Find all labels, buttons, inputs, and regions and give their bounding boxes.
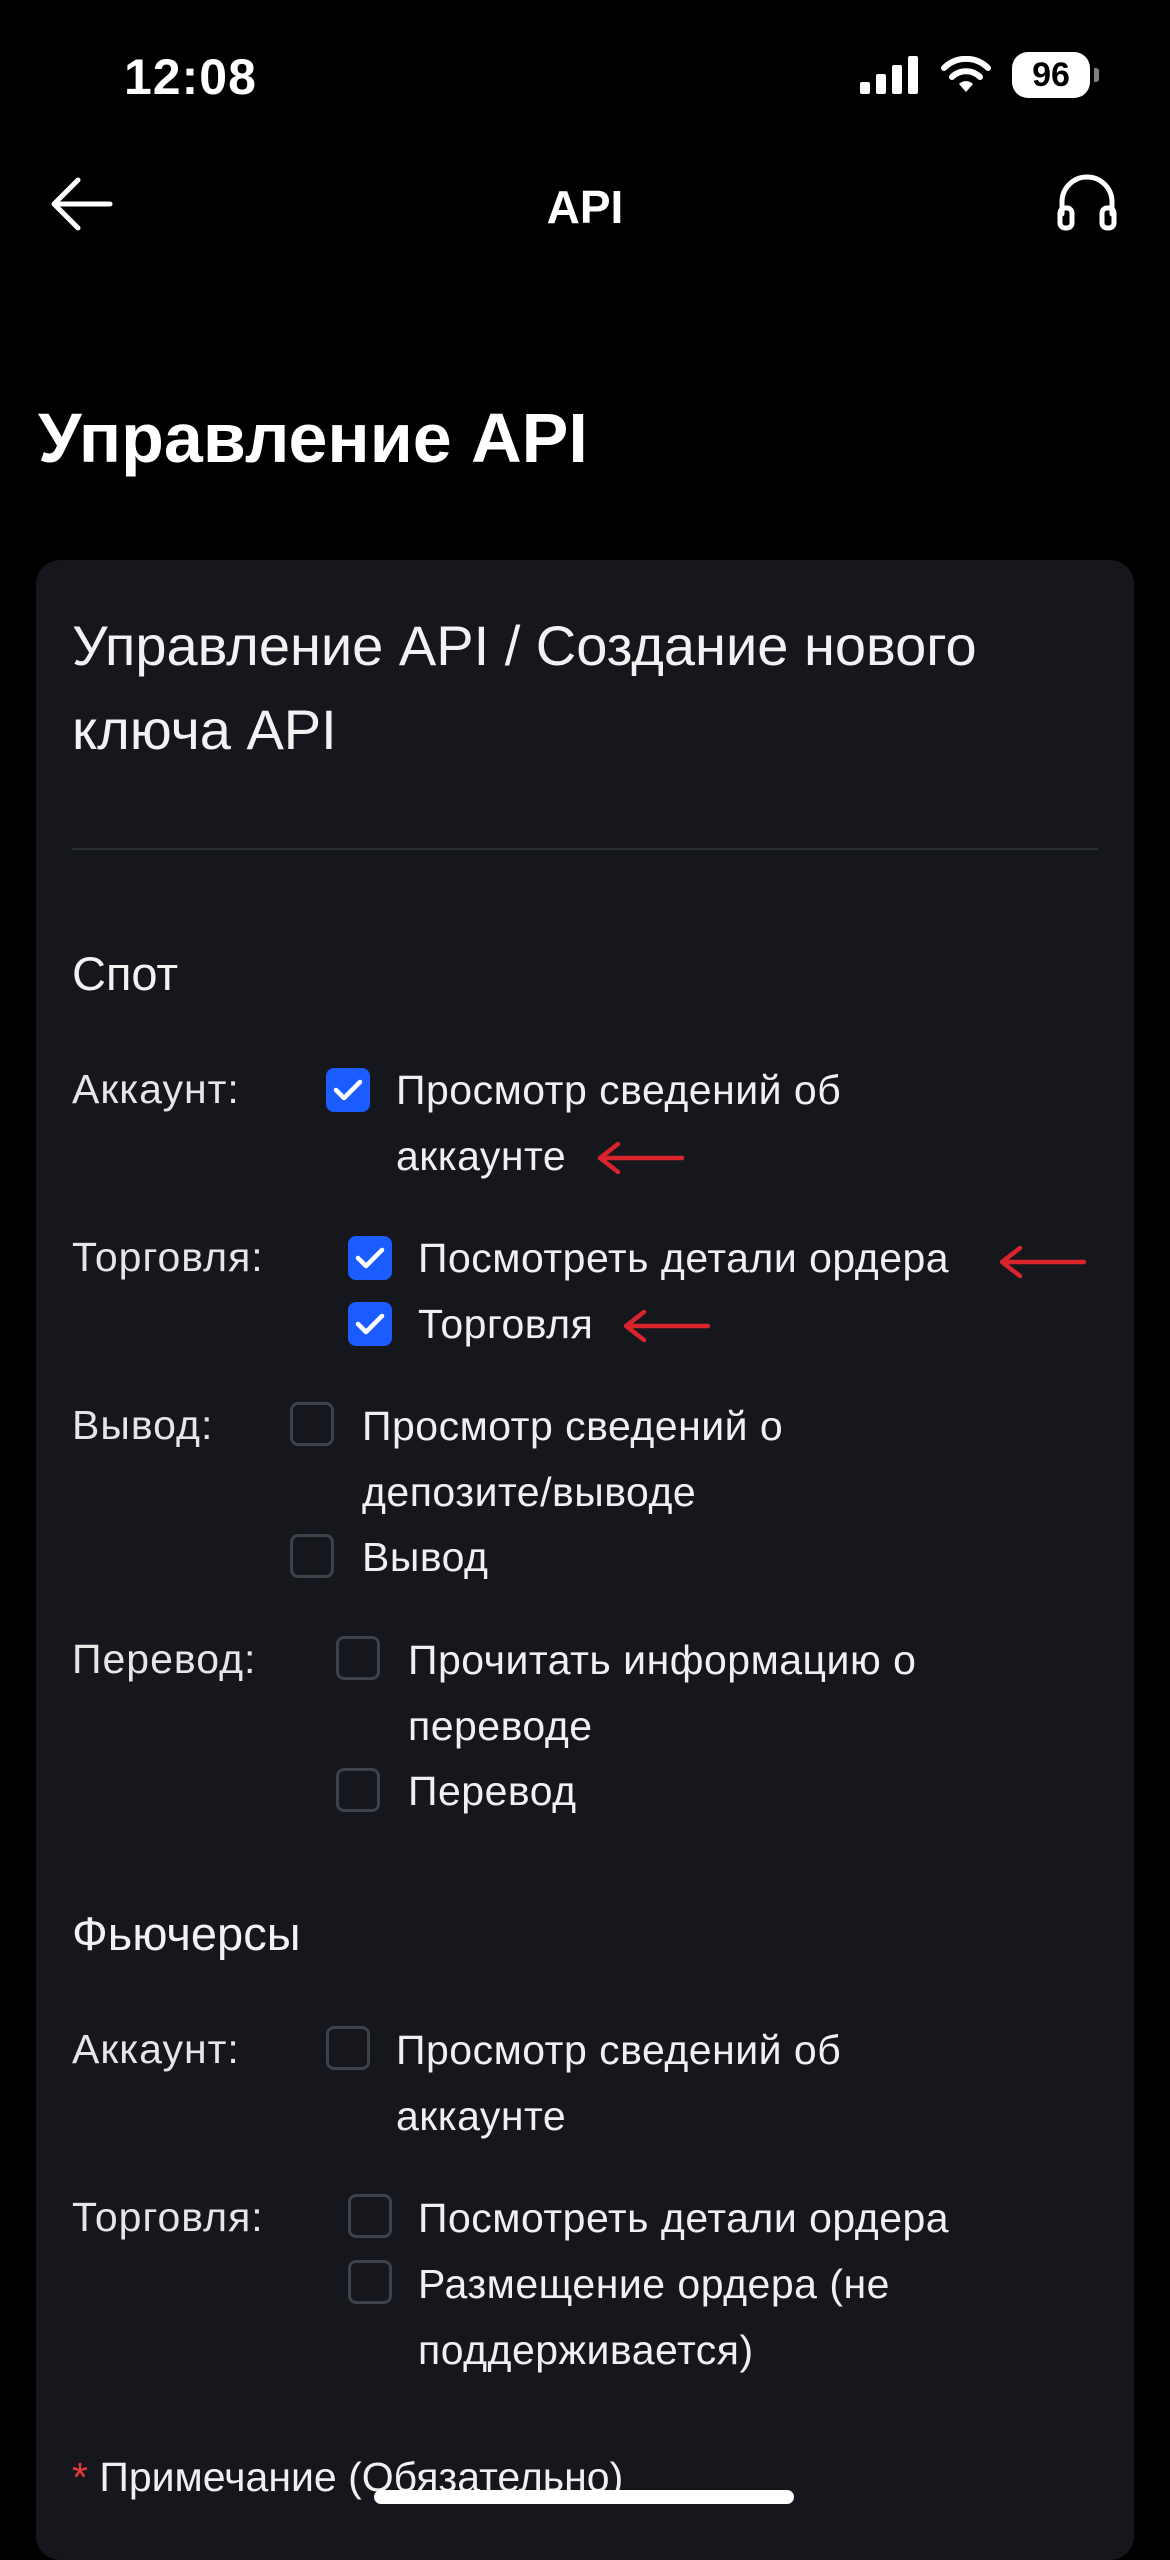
support-button[interactable] <box>1054 170 1120 241</box>
spot-trade-order-details-label: Посмотреть детали ордера <box>418 1235 950 1281</box>
home-indicator[interactable] <box>374 2490 794 2504</box>
card-title: Управление API / Создание нового ключа A… <box>72 614 977 761</box>
futures-account-view-checkbox[interactable] <box>326 2026 370 2070</box>
headset-icon <box>1057 174 1117 231</box>
spot-trade-label: Торговля: <box>72 1234 264 1280</box>
spot-withdraw-view-checkbox[interactable] <box>290 1402 334 1446</box>
spot-trade-trading-checkbox[interactable] <box>348 1302 392 1346</box>
futures-trade-place-order-checkbox[interactable] <box>348 2260 392 2304</box>
spot-withdraw-checkbox[interactable] <box>290 1534 334 1578</box>
spot-transfer-label: Перевод: <box>72 1636 257 1682</box>
futures-account-view-label: Просмотр сведений об аккаунте <box>396 2027 842 2139</box>
page-title: Управление API <box>38 399 588 477</box>
futures-account-label: Аккаунт: <box>72 2026 240 2072</box>
spot-account-label: Аккаунт: <box>72 1066 240 1112</box>
wifi-icon <box>941 56 991 92</box>
spot-transfer-read-label: Прочитать информацию о переводе <box>408 1637 917 1749</box>
required-star: * <box>72 2454 88 2500</box>
spot-withdraw-label: Вывод: <box>72 1402 214 1448</box>
spot-trade-trading-label: Торговля <box>418 1301 594 1347</box>
futures-trade-place-order-label: Размещение ордера (не поддерживается) <box>418 2261 890 2373</box>
checkmark-icon <box>355 1247 385 1269</box>
annotation-arrow-icon <box>623 1309 711 1343</box>
checkmark-icon <box>333 1079 363 1101</box>
checkmark-icon <box>355 1313 385 1335</box>
battery-indicator: 96 <box>1012 52 1099 98</box>
status-icons: 96 <box>860 52 1099 98</box>
futures-heading: Фьючерсы <box>72 1907 301 1960</box>
spot-transfer-option-label: Перевод <box>408 1768 577 1814</box>
signal-icon <box>860 56 918 94</box>
spot-withdraw-option-label: Вывод <box>362 1534 489 1580</box>
status-time: 12:08 <box>124 49 257 105</box>
spot-trade-order-details-checkbox[interactable] <box>348 1236 392 1280</box>
spot-account-view-checkbox[interactable] <box>326 1068 370 1112</box>
spot-heading: Спот <box>72 947 179 1000</box>
futures-trade-label: Торговля: <box>72 2194 264 2240</box>
nav-title: API <box>546 181 624 233</box>
futures-trade-order-details-checkbox[interactable] <box>348 2194 392 2238</box>
spot-transfer-read-checkbox[interactable] <box>336 1636 380 1680</box>
spot-transfer-checkbox[interactable] <box>336 1768 380 1812</box>
divider <box>72 848 1098 850</box>
annotation-arrow-icon <box>597 1141 685 1175</box>
futures-trade-order-details-label: Посмотреть детали ордера <box>418 2195 950 2241</box>
spot-withdraw-view-label: Просмотр сведений о депозите/выводе <box>362 1403 784 1515</box>
annotation-arrow-icon <box>999 1245 1087 1279</box>
